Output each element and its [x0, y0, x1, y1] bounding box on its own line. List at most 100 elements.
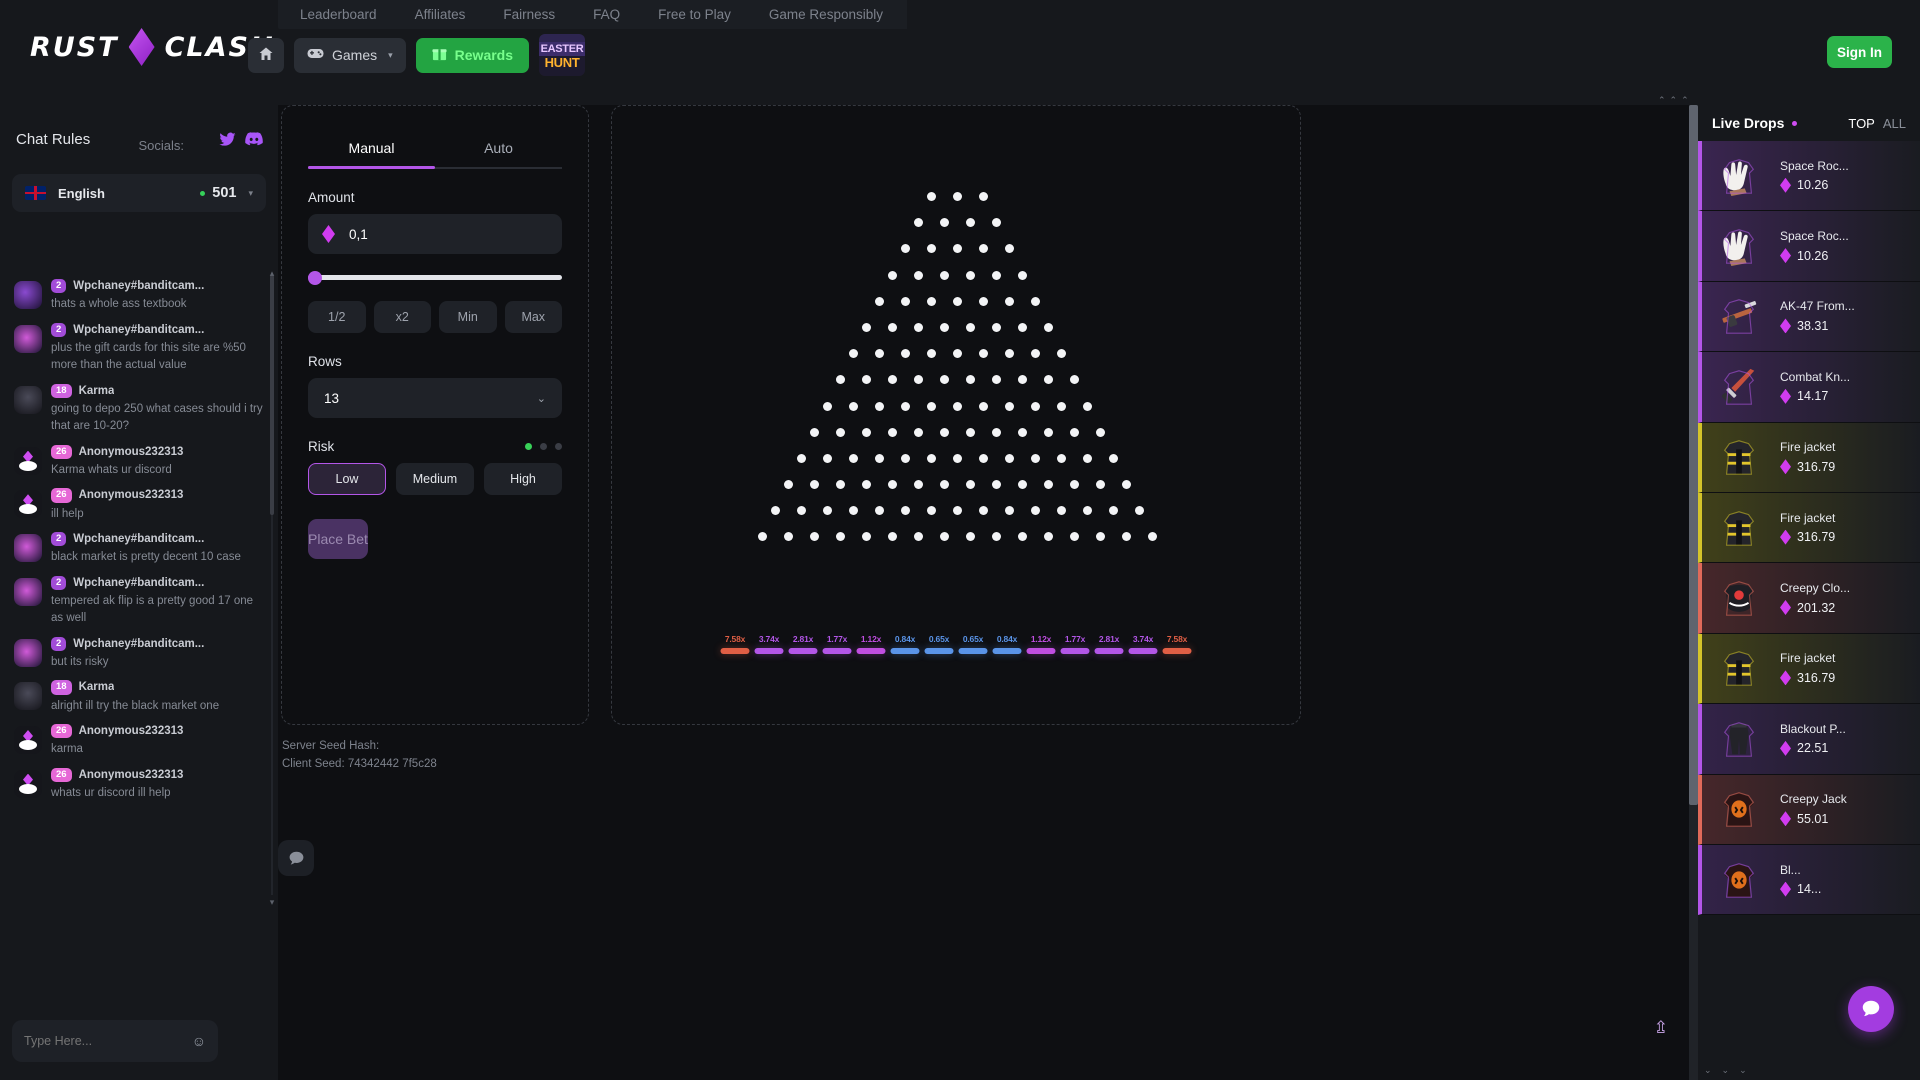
- plinko-peg: [875, 349, 884, 358]
- nav-link-faq[interactable]: FAQ: [593, 7, 620, 22]
- collapse-arrow-up-3[interactable]: ⌃: [1681, 95, 1689, 106]
- plinko-peg-row: [612, 349, 1302, 358]
- risk-medium-button[interactable]: Medium: [396, 463, 474, 495]
- slider-handle[interactable]: [308, 271, 322, 285]
- plinko-peg: [1083, 402, 1092, 411]
- live-drops-list[interactable]: Space Roc...10.26Space Roc...10.26AK-47 …: [1698, 141, 1920, 915]
- user-level-badge: 26: [51, 724, 72, 738]
- chat-username[interactable]: Wpchaney#banditcam...: [73, 324, 204, 336]
- chat-scrollbar-thumb[interactable]: [270, 275, 274, 515]
- easter-hunt-banner[interactable]: EASTER HUNT: [539, 34, 585, 76]
- plinko-multiplier-label: 7.58x: [1163, 634, 1192, 644]
- panel-collapse-arrows[interactable]: ⌃ ⌃ ⌃: [1658, 95, 1698, 106]
- live-drop-item[interactable]: AK-47 From...38.31: [1698, 282, 1920, 352]
- live-drop-item[interactable]: Combat Kn...14.17: [1698, 352, 1920, 422]
- chat-input-container[interactable]: ☺: [12, 1020, 218, 1062]
- amount-min-button[interactable]: Min: [439, 301, 497, 333]
- live-drop-item[interactable]: Fire jacket316.79: [1698, 634, 1920, 704]
- live-drop-item[interactable]: Space Roc...10.26: [1698, 211, 1920, 281]
- drops-scrollbar-thumb[interactable]: [1689, 105, 1698, 805]
- chat-username[interactable]: Karma: [79, 681, 115, 693]
- drop-item-name: Creepy Clo...: [1780, 581, 1892, 595]
- live-drop-item[interactable]: Creepy Jack55.01: [1698, 775, 1920, 845]
- scroll-to-top-button[interactable]: ⇫: [1654, 1018, 1668, 1038]
- plinko-peg: [888, 428, 897, 437]
- chat-username[interactable]: Wpchaney#banditcam...: [73, 533, 204, 545]
- drops-tab-top[interactable]: TOP: [1848, 116, 1875, 131]
- plinko-peg: [1109, 506, 1118, 515]
- drops-arrow-down-3[interactable]: ⌄: [1739, 1065, 1747, 1076]
- plinko-multiplier-slot: 1.12x: [1027, 634, 1056, 654]
- rewards-button[interactable]: Rewards: [416, 38, 529, 73]
- plinko-peg: [1005, 506, 1014, 515]
- sign-in-button[interactable]: Sign In: [1827, 36, 1892, 68]
- plinko-peg: [862, 428, 871, 437]
- plinko-peg: [901, 244, 910, 253]
- client-seed: Client Seed: 74342442 7f5c28: [282, 756, 437, 774]
- amount-double-button[interactable]: x2: [374, 301, 432, 333]
- chat-username[interactable]: Karma: [79, 385, 115, 397]
- plinko-peg: [927, 402, 936, 411]
- chat-scroll-up-arrow[interactable]: ▴: [267, 268, 277, 279]
- nav-link-leaderboard[interactable]: Leaderboard: [300, 7, 377, 22]
- chat-scroll-down-arrow[interactable]: ▾: [267, 897, 277, 908]
- risk-low-button[interactable]: Low: [308, 463, 386, 495]
- chat-username[interactable]: Wpchaney#banditcam...: [73, 280, 204, 292]
- nav-link-game-responsibly[interactable]: Game Responsibly: [769, 7, 883, 22]
- rows-select[interactable]: 13 ⌄: [308, 378, 562, 418]
- chat-rules-link[interactable]: Chat Rules: [16, 131, 90, 148]
- games-button[interactable]: Games ▾: [294, 38, 406, 73]
- plinko-peg: [849, 402, 858, 411]
- amount-input[interactable]: 0,1: [308, 214, 562, 254]
- brand-logo[interactable]: RUST CLASH: [30, 28, 275, 66]
- emoji-icon[interactable]: ☺: [192, 1033, 206, 1049]
- currency-gem-icon: [1780, 459, 1791, 474]
- live-drop-item[interactable]: Space Roc...10.26: [1698, 141, 1920, 211]
- nav-link-affiliates[interactable]: Affiliates: [415, 7, 466, 22]
- collapse-arrow-up-2[interactable]: ⌃: [1670, 95, 1678, 106]
- tab-auto[interactable]: Auto: [435, 130, 562, 167]
- plinko-multiplier-slot: 2.81x: [1095, 634, 1124, 654]
- chat-toggle-button[interactable]: [278, 840, 314, 876]
- live-drop-item[interactable]: Fire jacket316.79: [1698, 493, 1920, 563]
- language-selector[interactable]: English 501 ▾: [12, 174, 266, 212]
- live-drop-item[interactable]: Blackout P...22.51: [1698, 704, 1920, 774]
- chat-username[interactable]: Wpchaney#banditcam...: [73, 577, 204, 589]
- place-bet-button[interactable]: Place Bet: [308, 519, 368, 559]
- user-level-badge: 18: [51, 680, 72, 694]
- discord-icon[interactable]: [245, 132, 262, 147]
- amount-slider[interactable]: [308, 271, 562, 283]
- chat-username[interactable]: Anonymous232313: [79, 769, 184, 781]
- drops-arrow-down-2[interactable]: ⌄: [1722, 1065, 1730, 1076]
- collapse-arrow-up-1[interactable]: ⌃: [1658, 95, 1666, 106]
- support-chat-fab[interactable]: [1848, 986, 1894, 1032]
- rarity-outline-icon: [1716, 225, 1762, 267]
- chat-username[interactable]: Anonymous232313: [79, 489, 184, 501]
- live-drop-item[interactable]: Fire jacket316.79: [1698, 423, 1920, 493]
- plinko-peg: [953, 244, 962, 253]
- risk-high-button[interactable]: High: [484, 463, 562, 495]
- plinko-peg: [862, 375, 871, 384]
- nav-link-free-to-play[interactable]: Free to Play: [658, 7, 731, 22]
- twitter-icon[interactable]: [219, 132, 236, 147]
- chat-input[interactable]: [24, 1034, 192, 1048]
- chat-username[interactable]: Anonymous232313: [79, 446, 184, 458]
- live-drop-item[interactable]: Creepy Clo...201.32: [1698, 563, 1920, 633]
- drops-bottom-arrows[interactable]: ⌄ ⌄ ⌄: [1704, 1065, 1747, 1076]
- plinko-peg: [979, 297, 988, 306]
- live-drop-item[interactable]: Bl...14...: [1698, 845, 1920, 915]
- tab-manual[interactable]: Manual: [308, 130, 435, 167]
- chat-message-list[interactable]: 2Wpchaney#banditcam...thats a whole ass …: [0, 270, 278, 910]
- plinko-peg: [966, 532, 975, 541]
- drops-tab-all[interactable]: ALL: [1883, 116, 1906, 131]
- chat-username[interactable]: Wpchaney#banditcam...: [73, 638, 204, 650]
- chat-username[interactable]: Anonymous232313: [79, 725, 184, 737]
- nav-link-fairness[interactable]: Fairness: [503, 7, 555, 22]
- drops-arrow-down-1[interactable]: ⌄: [1704, 1065, 1712, 1076]
- plinko-peg: [1057, 454, 1066, 463]
- chat-message-text: tempered ak flip is a pretty good 17 one…: [51, 593, 264, 628]
- amount-max-button[interactable]: Max: [505, 301, 563, 333]
- plinko-peg: [901, 349, 910, 358]
- amount-half-button[interactable]: 1/2: [308, 301, 366, 333]
- home-button[interactable]: [248, 38, 284, 73]
